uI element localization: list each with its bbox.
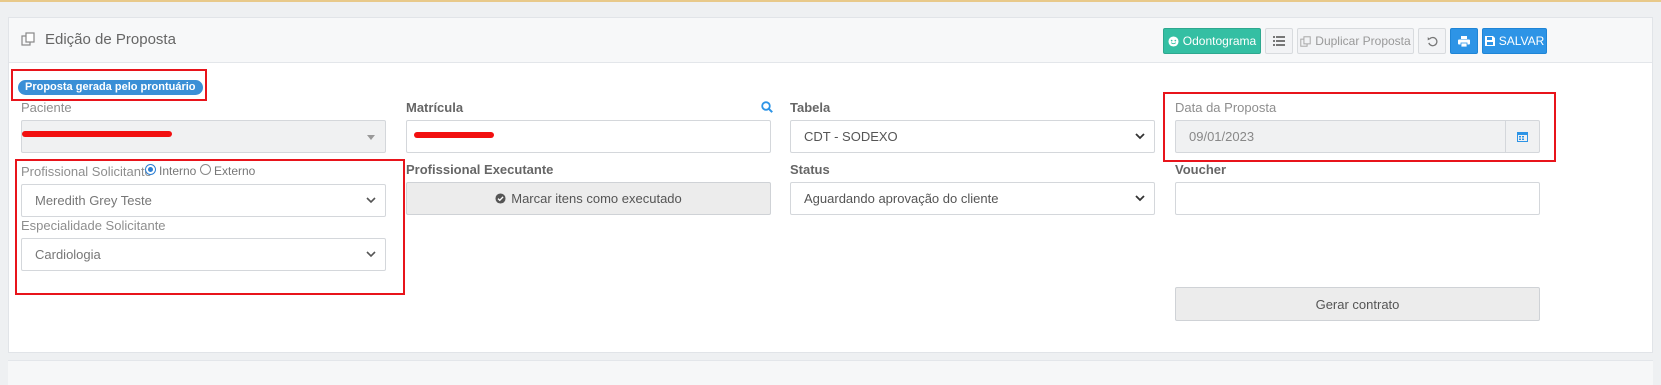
profissional-executante-label: Profissional Executante xyxy=(406,162,554,177)
profissional-solicitante-value: Meredith Grey Teste xyxy=(35,193,152,208)
check-circle-icon xyxy=(495,193,506,204)
tabela-value: CDT - SODEXO xyxy=(804,129,898,144)
especialidade-label: Especialidade Solicitante xyxy=(21,218,166,233)
especialidade-select[interactable]: Cardiologia xyxy=(21,238,386,271)
odontograma-button[interactable]: Odontograma xyxy=(1163,28,1261,54)
especialidade-value: Cardiologia xyxy=(35,247,101,262)
history-button[interactable] xyxy=(1418,28,1446,54)
calendar-button[interactable] xyxy=(1505,121,1539,152)
paciente-label: Paciente xyxy=(21,100,72,115)
status-label: Status xyxy=(790,162,830,177)
top-accent-line xyxy=(0,0,1661,2)
status-select[interactable]: Aguardando aprovação do cliente xyxy=(790,182,1155,215)
profissional-solicitante-label: Profissional Solicitante xyxy=(21,164,152,179)
page-title: Edição de Proposta xyxy=(45,31,176,48)
panel-header: Edição de Proposta Odontograma Duplicar … xyxy=(9,18,1652,63)
copy-icon xyxy=(21,32,35,46)
caret-down-icon xyxy=(367,135,375,140)
duplicar-label: Duplicar Proposta xyxy=(1315,34,1411,48)
profissional-solicitante-select[interactable]: Meredith Grey Teste xyxy=(21,184,386,217)
salvar-button[interactable]: SALVAR xyxy=(1482,28,1547,54)
data-proposta-label: Data da Proposta xyxy=(1175,100,1277,115)
next-panel xyxy=(8,360,1653,385)
radio-externo[interactable] xyxy=(200,164,211,175)
duplicar-proposta-button[interactable]: Duplicar Proposta xyxy=(1297,28,1414,54)
calendar-icon xyxy=(1517,132,1528,142)
tabela-select[interactable]: CDT - SODEXO xyxy=(790,120,1155,153)
gerar-contrato-label: Gerar contrato xyxy=(1315,296,1400,312)
salvar-label: SALVAR xyxy=(1498,34,1545,48)
marcar-executado-label: Marcar itens como executado xyxy=(511,191,682,206)
smile-icon xyxy=(1168,35,1179,47)
radio-interno[interactable] xyxy=(145,164,156,175)
print-icon xyxy=(1458,35,1470,47)
odontograma-label: Odontograma xyxy=(1182,34,1257,48)
copy-icon xyxy=(1300,35,1312,47)
chevron-down-icon xyxy=(1135,195,1145,202)
voucher-label: Voucher xyxy=(1175,162,1227,177)
search-icon[interactable] xyxy=(761,101,773,113)
voucher-input[interactable] xyxy=(1175,182,1540,215)
chevron-down-icon xyxy=(1135,133,1145,140)
gerar-contrato-button[interactable]: Gerar contrato xyxy=(1175,287,1540,321)
undo-icon xyxy=(1427,36,1438,46)
floppy-disk-icon xyxy=(1484,36,1495,46)
data-proposta-input[interactable]: 09/01/2023 xyxy=(1175,120,1540,153)
radio-externo-label: Externo xyxy=(214,164,256,178)
chevron-down-icon xyxy=(366,251,376,258)
list-button[interactable] xyxy=(1265,28,1293,54)
data-proposta-value: 09/01/2023 xyxy=(1189,129,1255,144)
chevron-down-icon xyxy=(366,197,376,204)
matricula-label: Matrícula xyxy=(406,100,464,115)
print-button[interactable] xyxy=(1450,28,1478,54)
redaction-mark xyxy=(414,132,494,138)
status-value: Aguardando aprovação do cliente xyxy=(804,191,999,206)
radio-interno-label: Interno xyxy=(159,164,197,178)
marcar-executado-button[interactable]: Marcar itens como executado xyxy=(406,182,771,215)
origin-badge: Proposta gerada pelo prontuário xyxy=(18,80,203,95)
tabela-label: Tabela xyxy=(790,100,831,115)
redaction-mark xyxy=(22,131,172,137)
list-icon xyxy=(1273,36,1285,46)
